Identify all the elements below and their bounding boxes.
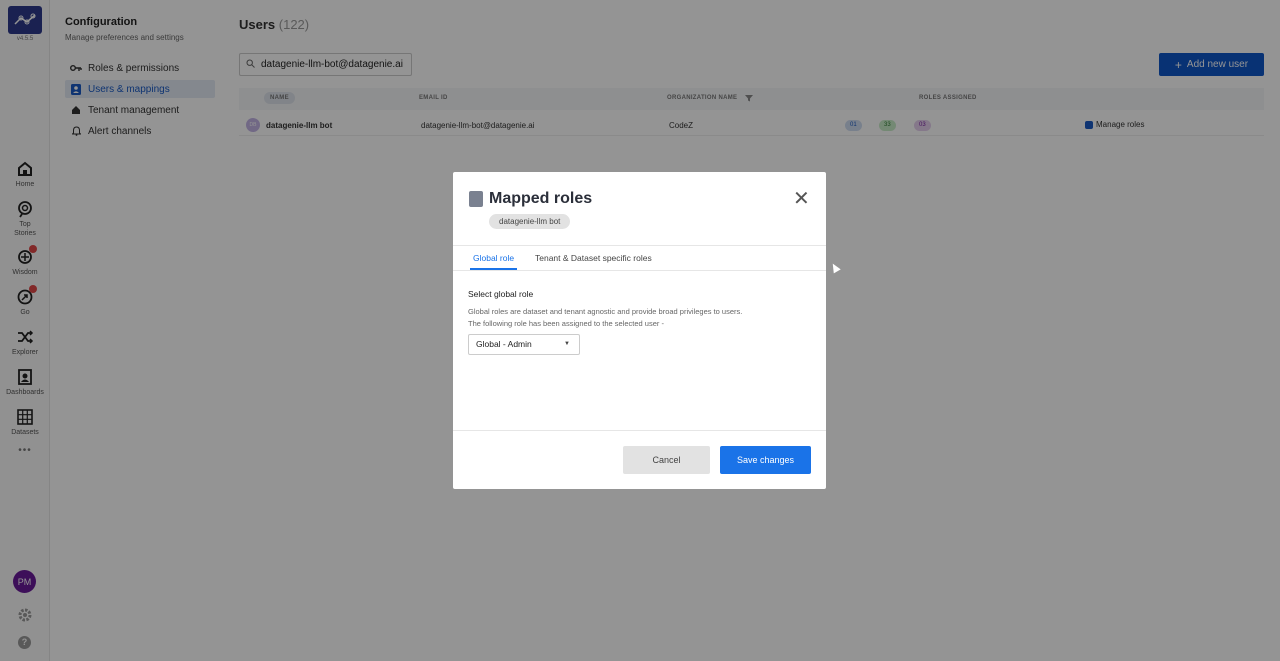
mapped-roles-dialog: Mapped roles ✕ datagenie-llm bot Global … <box>453 172 826 489</box>
cancel-button[interactable]: Cancel <box>623 446 710 474</box>
user-badge-icon <box>469 191 483 207</box>
global-role-select[interactable]: Global - Admin ▼ <box>468 334 580 355</box>
caret-down-icon: ▼ <box>564 341 570 347</box>
tab-global-role[interactable]: Global role <box>473 253 514 263</box>
close-icon[interactable]: ✕ <box>793 189 810 209</box>
description-line: Global roles are dataset and tenant agno… <box>468 307 743 316</box>
section-title: Select global role <box>468 289 534 299</box>
save-changes-button[interactable]: Save changes <box>720 446 811 474</box>
section-description: Global roles are dataset and tenant agno… <box>468 306 742 330</box>
user-chip: datagenie-llm bot <box>489 214 571 229</box>
divider <box>453 245 826 246</box>
divider <box>453 270 826 271</box>
dialog-title: Mapped roles <box>489 190 593 207</box>
description-line: The following role has been assigned to … <box>468 319 664 328</box>
selected-role: Global - Admin <box>476 339 532 349</box>
divider <box>453 430 826 431</box>
tab-tenant-dataset-roles[interactable]: Tenant & Dataset specific roles <box>535 253 652 263</box>
